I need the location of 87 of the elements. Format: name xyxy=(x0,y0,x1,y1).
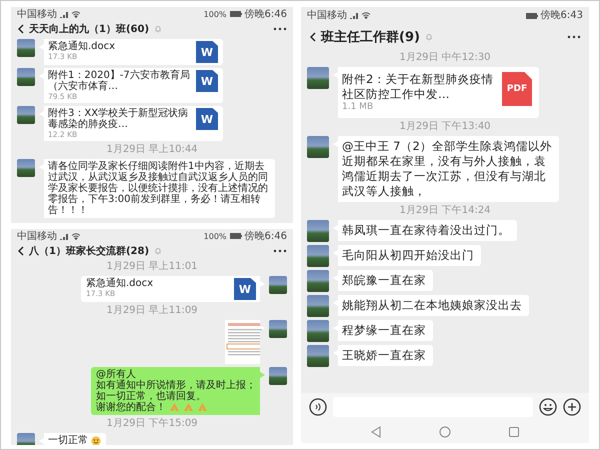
file-message-card[interactable]: 附件2：关于在新型肺炎疫情社区防控工作中发… 1.1 MB PDF xyxy=(333,67,539,118)
document-image-drawing[interactable] xyxy=(225,320,265,364)
chat-title: 八（1）班家长交流群(28) xyxy=(29,244,150,258)
avatar-photo-placeholder[interactable] xyxy=(307,220,329,242)
message-text: 程梦缘一直在家 xyxy=(342,323,426,338)
back-icon[interactable] xyxy=(17,246,24,256)
back-icon[interactable] xyxy=(17,24,24,34)
battery-percent: 100% xyxy=(204,8,227,20)
message-timestamp: 1月29日 下午13:40 xyxy=(399,121,491,133)
message-text: 郑皖豫一直在家 xyxy=(342,273,426,288)
file-size: 1.1 MB xyxy=(342,102,374,113)
avatar-photo-placeholder[interactable] xyxy=(17,68,35,86)
message-timestamp: 1月29日 早上11:01 xyxy=(106,261,198,273)
praying-hands-icon xyxy=(197,403,208,412)
message-timestamp: 1月29日 下午15:09 xyxy=(106,418,198,430)
smiley-icon xyxy=(91,436,101,445)
chat-title: 班主任工作群(9) xyxy=(321,28,420,46)
message-text: 谢谢您的配合！ xyxy=(96,402,166,413)
pdf-file-icon: PDF xyxy=(502,72,532,106)
file-name: 紧急通知.docx xyxy=(86,278,154,289)
avatar-photo-placeholder[interactable] xyxy=(307,320,329,342)
mute-bell-icon xyxy=(154,25,162,33)
carrier-name: 中国移动 xyxy=(17,230,57,242)
word-file-icon: W xyxy=(196,108,218,130)
avatar-photo-placeholder[interactable] xyxy=(307,270,329,292)
wifi-icon xyxy=(72,232,80,240)
praying-hands-icon xyxy=(183,403,194,412)
message-timestamp: 1月29日 下午14:24 xyxy=(399,205,491,217)
home-circle-icon[interactable] xyxy=(438,426,451,438)
battery-icon xyxy=(230,233,242,239)
battery-icon xyxy=(230,11,242,17)
message-text: 如有通知中所说情形，请及时上报； xyxy=(96,380,256,391)
avatar-photo-placeholder[interactable] xyxy=(269,367,287,385)
avatar-photo-placeholder[interactable] xyxy=(17,106,35,124)
mute-bell-icon xyxy=(424,33,433,41)
more-icon[interactable] xyxy=(273,249,287,253)
message-text: 如一切正常，也请回复。 xyxy=(96,391,206,402)
avatar-photo-placeholder[interactable] xyxy=(269,320,287,338)
back-icon[interactable] xyxy=(309,32,316,42)
message-timestamp: 1月29日 早上10:44 xyxy=(106,144,198,156)
wifi-icon xyxy=(72,10,80,18)
battery-icon xyxy=(526,12,538,18)
message-text: 姚能翔从初二在本地姨娘家没出去 xyxy=(342,298,522,313)
avatar-photo-placeholder[interactable] xyxy=(17,159,35,177)
emoji-icon[interactable] xyxy=(539,398,557,416)
signal-icon xyxy=(350,12,359,19)
file-name: 附件2：关于在新型肺炎疫情社区防控工作中发… xyxy=(342,72,494,102)
mute-bell-icon xyxy=(154,247,162,255)
message-timestamp: 1月29日 早上11:09 xyxy=(106,305,198,317)
file-name: 附件3：XX学校关于新型冠状病毒感染的肺炎疫… xyxy=(48,108,190,130)
avatar-photo-placeholder[interactable] xyxy=(307,295,329,317)
signal-icon xyxy=(60,232,69,240)
avatar-photo-placeholder[interactable] xyxy=(307,136,329,158)
carrier-name: 中国移动 xyxy=(17,8,57,20)
message-text: @王中王 7（2）全部学生除袁鸿儒以外近期都呆在家里，没有与外人接触，袁鸿儒近期去了一次江苏，但没有与湖北武汉等人接触， xyxy=(342,139,552,199)
message-text: 王晓娇一直在家 xyxy=(342,348,426,363)
file-name: 紧急通知.docx xyxy=(48,41,116,52)
avatar-photo-placeholder[interactable] xyxy=(269,276,287,294)
word-file-icon: W xyxy=(234,278,256,300)
message-text: 韩凤琪一直在家待着没出过门。 xyxy=(342,223,510,238)
chat-title: 天天向上的九（1）班(60) xyxy=(29,22,150,36)
plus-icon[interactable] xyxy=(563,398,581,416)
message-text: @所有人 xyxy=(96,369,136,380)
signal-icon xyxy=(60,10,69,18)
praying-hands-icon xyxy=(169,403,180,412)
file-name: 附件1：2020】-7六安市教育局（六安市体育… xyxy=(48,70,190,92)
more-icon[interactable] xyxy=(567,35,581,39)
carrier-name: 中国移动 xyxy=(307,10,347,21)
message-timestamp: 1月29日 中午12:30 xyxy=(399,52,491,64)
avatar-photo-placeholder[interactable] xyxy=(17,39,35,57)
status-time: 傍晚6:46 xyxy=(244,8,287,20)
status-time: 傍晚6:43 xyxy=(540,10,583,21)
wifi-icon xyxy=(362,12,370,19)
status-time: 傍晚6:46 xyxy=(244,230,287,242)
word-file-icon: W xyxy=(196,70,218,92)
battery-percent: 100% xyxy=(204,230,227,242)
more-icon[interactable] xyxy=(273,27,287,31)
voice-icon[interactable] xyxy=(309,398,327,416)
avatar-photo-placeholder[interactable] xyxy=(307,245,329,267)
avatar-photo-placeholder[interactable] xyxy=(307,67,329,89)
recent-apps-square-icon[interactable] xyxy=(508,426,520,438)
word-file-icon: W xyxy=(196,41,218,63)
back-triangle-icon[interactable] xyxy=(370,426,382,438)
message-text: 一切正常 xyxy=(48,435,88,445)
message-text: 请各位同学及家长仔细阅读附件1中内容，近期去过武汉，从武汉返乡及接触过自武汉返乡人员的同学及家长要报告，以便统计摸排，没有上述情况的零报告，下午3:00前发到群里，务必！请互相转告！！！ xyxy=(48,161,269,216)
message-text: 毛向阳从初四开始没出门 xyxy=(342,248,474,263)
avatar-photo-placeholder[interactable] xyxy=(307,345,329,367)
